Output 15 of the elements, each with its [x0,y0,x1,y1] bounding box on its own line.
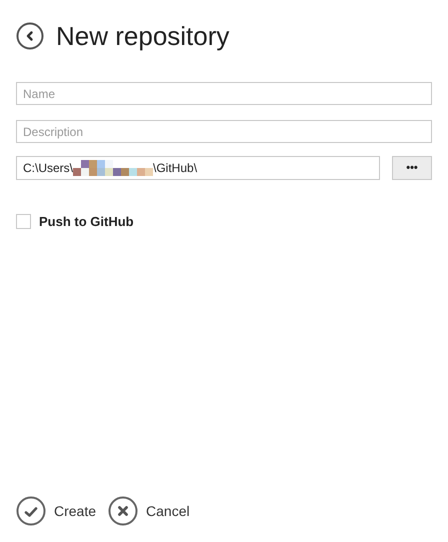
back-icon [16,22,44,50]
path-suffix: \GitHub\ [153,160,198,177]
checkbox[interactable] [16,214,31,230]
back-button[interactable] [16,22,44,50]
cancel-button[interactable]: Cancel [108,496,190,526]
path-field[interactable]: C:\Users\ \GitHub\ [16,156,380,180]
check-icon [16,496,46,526]
page-title: New repository [56,20,230,52]
close-icon [108,496,138,526]
checkbox-label: Push to GitHub [39,213,134,231]
path-prefix: C:\Users\ [23,160,74,177]
text-field[interactable]: Description [16,120,432,143]
create-button[interactable]: Create [16,496,96,526]
text-field[interactable]: Name [16,82,432,105]
browse-button[interactable]: ••• [392,156,432,180]
